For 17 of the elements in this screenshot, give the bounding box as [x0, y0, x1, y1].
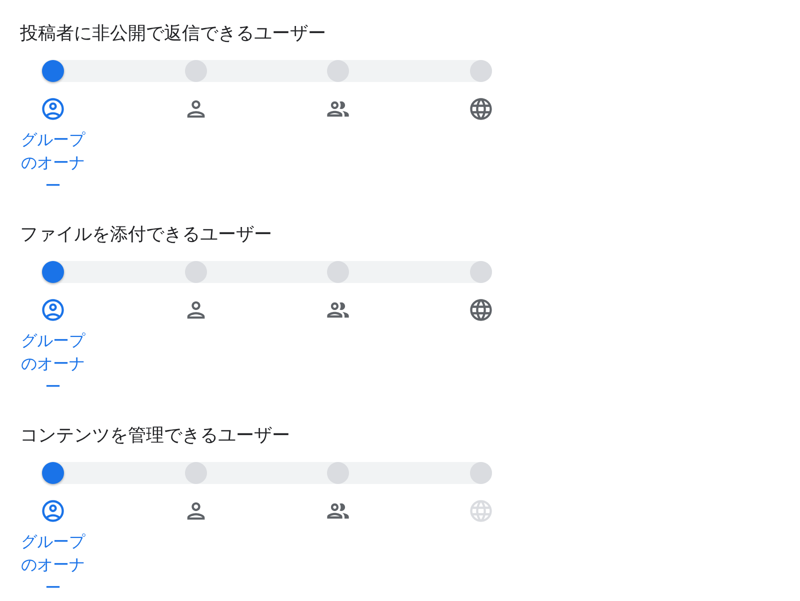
section-title: 投稿者に非公開で返信できるユーザー — [19, 22, 327, 46]
slider-stop[interactable] — [327, 261, 350, 283]
slider-stop[interactable] — [42, 60, 64, 82]
section-title: ファイルを添付できるユーザー — [19, 223, 273, 247]
option-label: グループのオーナー — [20, 531, 86, 599]
section-title: コンテンツを管理できるユーザー — [19, 424, 291, 448]
slider-stop[interactable] — [327, 462, 350, 484]
option-label: グループのオーナー — [20, 330, 86, 398]
slider-stop[interactable] — [42, 462, 64, 484]
slider-stop[interactable] — [470, 60, 492, 82]
slider-stop[interactable] — [470, 261, 492, 283]
slider-stop[interactable] — [184, 462, 207, 484]
option-label: グループのオーナー — [20, 129, 86, 197]
slider-stop[interactable] — [184, 261, 207, 283]
slider-stop[interactable] — [184, 60, 207, 82]
slider-stop[interactable] — [327, 60, 350, 82]
slider-stop[interactable] — [42, 261, 64, 283]
